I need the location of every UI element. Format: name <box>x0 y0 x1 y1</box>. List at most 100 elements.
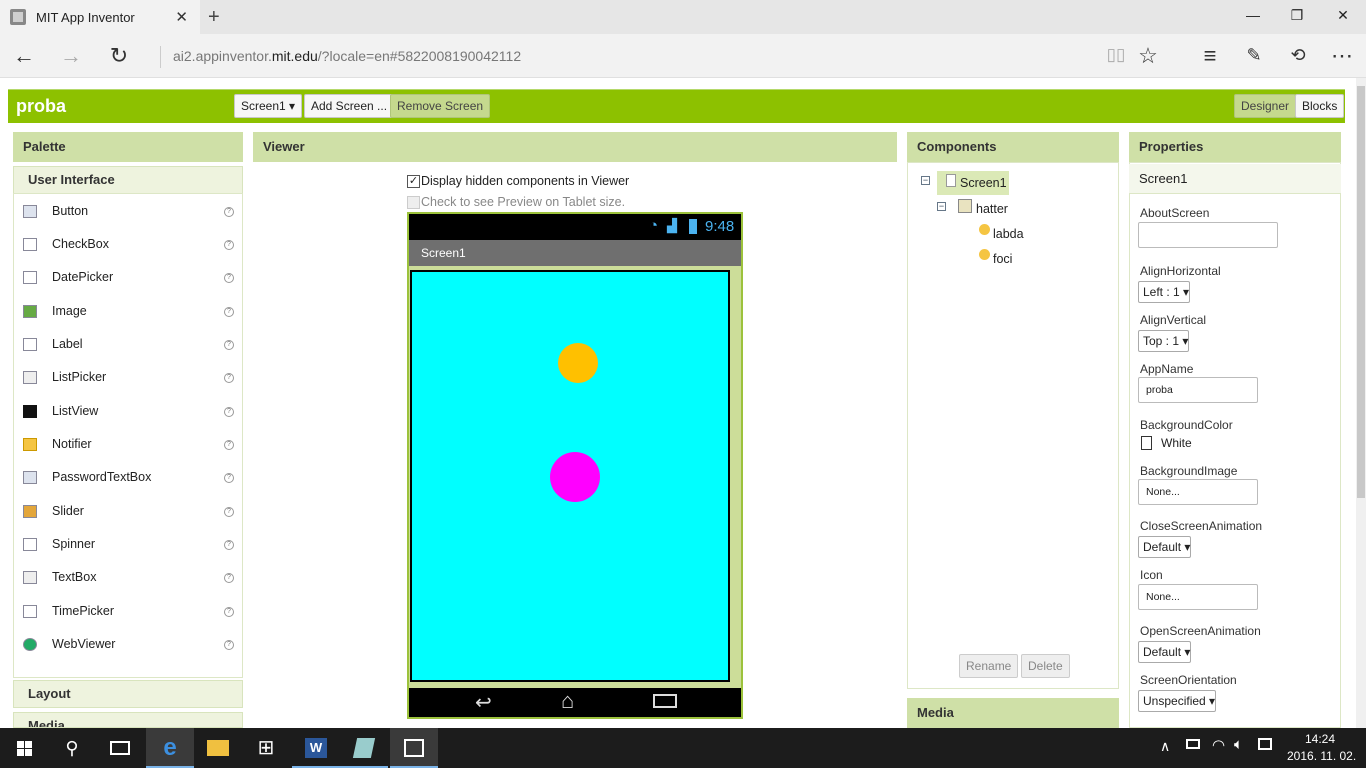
clock-time[interactable]: 14:24 <box>1305 732 1335 746</box>
help-icon[interactable]: ? <box>224 407 234 417</box>
palette-item-image[interactable]: Image? <box>14 295 242 328</box>
tablet-preview-checkbox[interactable] <box>407 195 420 209</box>
minimize-icon[interactable]: — <box>1238 7 1268 23</box>
palette-item-slider[interactable]: Slider? <box>14 495 242 528</box>
clock-icon <box>23 605 37 618</box>
palette-item-timepicker[interactable]: TimePicker? <box>14 595 242 628</box>
collapse-icon[interactable]: − <box>937 202 946 211</box>
hub-icon[interactable]: ≡ <box>1195 43 1225 69</box>
prop-alignh-select[interactable]: Left : 1 ▾ <box>1138 281 1191 303</box>
prop-icon-input[interactable]: None... <box>1138 584 1258 610</box>
page-scrollbar[interactable] <box>1356 78 1366 728</box>
help-icon[interactable]: ? <box>224 540 234 550</box>
prop-bgimage-input[interactable]: None... <box>1138 479 1258 505</box>
help-icon[interactable]: ? <box>224 640 234 650</box>
help-icon[interactable]: ? <box>224 573 234 583</box>
palette-item-button[interactable]: Button? <box>14 195 242 228</box>
prop-closeanim-select[interactable]: Default ▾ <box>1138 536 1192 558</box>
help-icon[interactable]: ? <box>224 273 234 283</box>
palette-item-listpicker[interactable]: ListPicker? <box>14 361 242 394</box>
tab-close-icon[interactable]: ✕ <box>175 8 188 26</box>
sprite-foci[interactable] <box>550 452 600 502</box>
reading-view-icon[interactable]: ▯▯ <box>1101 45 1131 65</box>
restore-icon[interactable]: ❐ <box>1282 7 1312 24</box>
hidden-components-checkbox[interactable]: ✓ <box>407 174 420 188</box>
clock-date[interactable]: 2016. 11. 02. <box>1287 749 1356 763</box>
notification-icon[interactable] <box>1258 738 1272 750</box>
browser-tab[interactable]: MIT App Inventor ✕ <box>0 0 200 34</box>
back-icon[interactable]: ← <box>9 43 39 69</box>
window-close-icon[interactable]: ✕ <box>1328 7 1358 24</box>
palette-item-checkbox[interactable]: CheckBox? <box>14 228 242 261</box>
notes-icon[interactable] <box>340 728 388 768</box>
help-icon[interactable]: ? <box>224 207 234 217</box>
volume-icon[interactable]: 🔈︎ <box>1234 736 1243 753</box>
start-button[interactable] <box>0 728 48 768</box>
palette-item-label[interactable]: Label? <box>14 328 242 361</box>
sprite-labda[interactable] <box>558 343 598 383</box>
web-note-icon[interactable]: ✎ <box>1239 45 1269 66</box>
palette-item-spinner[interactable]: Spinner? <box>14 528 242 561</box>
help-icon[interactable]: ? <box>224 240 234 250</box>
new-tab-icon[interactable]: + <box>208 6 220 29</box>
palette-section-user-interface[interactable]: User Interface <box>13 166 243 194</box>
collapse-icon[interactable]: − <box>921 176 930 185</box>
phone-mockup: ◔ ▟ 9:48 Screen1 ↩ ⌂ <box>407 212 743 719</box>
prop-orientation-select[interactable]: Unspecified ▾ <box>1138 690 1217 712</box>
sprite-icon <box>979 249 990 260</box>
help-icon[interactable]: ? <box>224 473 234 483</box>
help-icon[interactable]: ? <box>224 607 234 617</box>
favorite-star-icon[interactable]: ☆ <box>1133 43 1163 69</box>
screen-select[interactable]: Screen1 ▾ <box>234 94 303 118</box>
rename-button[interactable]: Rename <box>959 654 1019 678</box>
sprite-icon <box>979 224 990 235</box>
palette-section-layout[interactable]: Layout <box>13 680 243 708</box>
show-hidden-icons-icon[interactable]: ∧ <box>1160 738 1170 755</box>
project-name: proba <box>16 96 67 116</box>
globe-icon <box>23 638 37 651</box>
store-icon[interactable]: ⊞ <box>242 728 290 768</box>
remove-screen-button[interactable]: Remove Screen <box>390 94 491 118</box>
warning-icon <box>23 438 37 451</box>
canvas-hatter[interactable] <box>410 270 730 682</box>
palette-section-media[interactable]: Media <box>13 712 243 728</box>
photos-icon[interactable] <box>390 728 438 768</box>
color-swatch-icon[interactable] <box>1141 436 1152 450</box>
url-domain: mit.edu <box>271 48 318 64</box>
wifi-icon: ◔ <box>649 217 659 234</box>
search-icon[interactable]: ⚲ <box>48 728 96 768</box>
hidden-components-label: Display hidden components in Viewer <box>421 174 630 188</box>
prop-appname-input[interactable]: proba <box>1138 377 1258 403</box>
word-icon[interactable]: W <box>292 728 340 768</box>
file-explorer-icon[interactable] <box>194 728 242 768</box>
task-view-icon[interactable] <box>96 728 144 768</box>
refresh-icon[interactable]: ↻ <box>104 43 134 69</box>
address-bar[interactable]: ai2.appinventor.mit.edu/?locale=en#58220… <box>160 46 521 68</box>
prop-openanim-select[interactable]: Default ▾ <box>1138 641 1192 663</box>
palette-item-datepicker[interactable]: DatePicker? <box>14 261 242 294</box>
tree-node-screen1[interactable]: Screen1 <box>937 171 1009 195</box>
prop-about-input[interactable] <box>1138 222 1278 248</box>
help-icon[interactable]: ? <box>224 507 234 517</box>
wifi-tray-icon[interactable]: ◠ <box>1212 736 1225 754</box>
blocks-button[interactable]: Blocks <box>1295 94 1345 118</box>
prop-bgcolor-value[interactable]: White <box>1161 436 1192 450</box>
prop-alignv-select[interactable]: Top : 1 ▾ <box>1138 330 1190 352</box>
palette-item-textbox[interactable]: TextBox? <box>14 561 242 594</box>
edge-taskbar-icon[interactable]: e <box>146 728 194 768</box>
palette-item-notifier[interactable]: Notifier? <box>14 428 242 461</box>
help-icon[interactable]: ? <box>224 340 234 350</box>
forward-icon[interactable]: → <box>56 43 86 69</box>
battery-tray-icon[interactable] <box>1186 739 1200 749</box>
palette-item-listview[interactable]: ListView? <box>14 395 242 428</box>
delete-button[interactable]: Delete <box>1021 654 1070 678</box>
more-icon[interactable]: ⋯ <box>1327 43 1357 69</box>
help-icon[interactable]: ? <box>224 373 234 383</box>
help-icon[interactable]: ? <box>224 307 234 317</box>
palette-item-passwordtextbox[interactable]: PasswordTextBox? <box>14 461 242 494</box>
add-screen-button[interactable]: Add Screen ... <box>304 94 395 118</box>
help-icon[interactable]: ? <box>224 440 234 450</box>
designer-button[interactable]: Designer <box>1234 94 1297 118</box>
share-icon[interactable]: ⟲ <box>1283 45 1313 66</box>
palette-item-webviewer[interactable]: WebViewer? <box>14 628 242 661</box>
